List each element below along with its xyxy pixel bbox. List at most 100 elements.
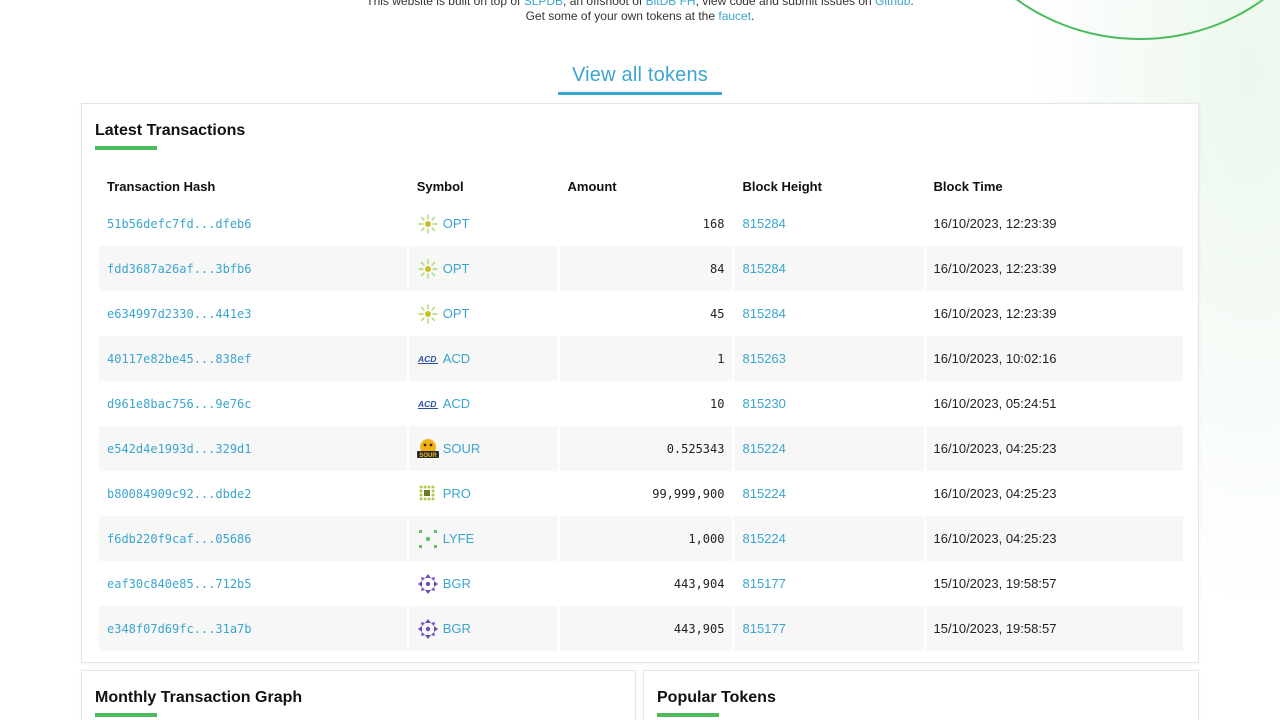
token-symbol-link[interactable]: BGR [417, 618, 550, 640]
amount-cell: 84 [559, 246, 733, 291]
block-height-link[interactable]: 815284 [742, 261, 785, 276]
block-cell: 815284 [734, 246, 924, 291]
block-height-link[interactable]: 815230 [742, 396, 785, 411]
hash-cell: eaf30c840e85...712b5 [99, 561, 407, 606]
lyfe-icon [417, 528, 439, 550]
block-time-cell: 16/10/2023, 05:24:51 [933, 396, 1057, 411]
amount-cell: 0.525343 [559, 426, 733, 471]
header-block-height: Block Height [742, 178, 822, 194]
token-symbol-link[interactable]: OPT [417, 258, 550, 280]
token-symbol-label: PRO [442, 486, 471, 501]
token-symbol-link[interactable]: OPT [417, 213, 550, 235]
github-link[interactable]: Github [875, 0, 910, 8]
block-height-link[interactable]: 815224 [742, 441, 785, 456]
transaction-hash-link[interactable]: b80084909c92...dbde2 [107, 487, 252, 501]
symbol-cell: BGR [409, 561, 558, 606]
latest-transactions-card: Latest Transactions Transaction Hash Sym… [81, 103, 1199, 663]
table-row: eaf30c840e85...712b5 BGR 443,904 815177 15/1… [99, 561, 1183, 606]
header-transaction-hash: Transaction Hash [107, 178, 216, 194]
block-time-cell: 16/10/2023, 04:25:23 [925, 426, 1183, 471]
opt-icon [417, 258, 439, 280]
block-height-link[interactable]: 815224 [742, 531, 785, 546]
token-symbol-link[interactable]: ACD ACD [417, 393, 550, 415]
hash-cell: e542d4e1993d...329d1 [99, 426, 407, 471]
amount-cell: 1 [559, 336, 733, 381]
block-cell: 815224 [734, 426, 924, 471]
block-height-link[interactable]: 815224 [742, 486, 785, 501]
block-cell: 815224 [734, 471, 923, 516]
amount-cell: 1,000 [559, 516, 733, 561]
transaction-hash-link[interactable]: 51b56defc7fd...dfeb6 [107, 217, 252, 231]
table-row: e348f07d69fc...31a7b BGR 443,905 815177 15/1… [99, 606, 1183, 651]
transaction-hash-link[interactable]: e634997d2330...441e3 [107, 307, 252, 321]
token-symbol-label: ACD [442, 396, 471, 411]
symbol-cell: PRO [409, 471, 558, 516]
block-cell: 815177 [734, 606, 924, 651]
transaction-hash-link[interactable]: eaf30c840e85...712b5 [107, 577, 252, 591]
table-row: b80084909c92...dbde2 PRO 99,999,900 815224 1… [99, 471, 1183, 516]
bgr-icon [417, 573, 439, 595]
block-height-link[interactable]: 815284 [742, 306, 785, 321]
token-symbol-link[interactable]: OPT [417, 303, 550, 325]
popular-tokens-title: Popular Tokens [657, 689, 776, 706]
bgr-icon [417, 618, 439, 640]
token-symbol-label: LYFE [442, 531, 475, 546]
block-time-cell: 16/10/2023, 10:02:16 [925, 336, 1183, 381]
sour-icon: SOUR [416, 438, 439, 460]
amount-cell: 168 [702, 216, 725, 231]
block-cell: 815230 [734, 381, 923, 426]
token-symbol-link[interactable]: PRO [417, 483, 550, 505]
hash-cell: f6db220f9caf...05686 [99, 516, 407, 561]
symbol-cell: BGR [408, 606, 558, 651]
opt-icon [417, 303, 439, 325]
latest-transactions-title: Latest Transactions [95, 122, 246, 139]
transaction-hash-link[interactable]: d961e8bac756...9e76c [107, 397, 252, 411]
amount-cell: 99,999,900 [652, 486, 725, 501]
token-symbol-link[interactable]: LYFE [417, 528, 550, 550]
transactions-table: Transaction Hash Symbol Amount Block Hei… [97, 171, 1185, 651]
hash-cell: e634997d2330...441e3 [99, 291, 407, 336]
transaction-hash-link[interactable]: e348f07d69fc...31a7b [107, 622, 252, 636]
faucet-link[interactable]: faucet [718, 9, 751, 23]
transaction-hash-link[interactable]: fdd3687a26af...3bfb6 [107, 262, 252, 276]
token-symbol-label: OPT [442, 261, 470, 276]
block-height-link[interactable]: 815177 [742, 621, 785, 636]
block-height-link[interactable]: 815263 [742, 351, 785, 366]
block-height-link[interactable]: 815177 [742, 576, 785, 591]
transaction-hash-link[interactable]: e542d4e1993d...329d1 [107, 442, 252, 456]
table-header-row: Transaction Hash Symbol Amount Block Hei… [99, 171, 1183, 201]
table-row: e542d4e1993d...329d1 SOUR SOUR 0.525343 8152… [99, 426, 1183, 471]
token-symbol-link[interactable]: BGR [417, 573, 550, 595]
pro-icon [417, 483, 439, 505]
token-symbol-label: OPT [442, 306, 470, 321]
transactions-body: 51b56defc7fd...dfeb6 OPT 168 815284 16/10/20… [99, 201, 1183, 651]
monthly-graph-card: Monthly Transaction Graph [81, 670, 636, 720]
title-underline [95, 146, 157, 150]
hash-cell: d961e8bac756...9e76c [99, 381, 407, 426]
token-symbol-link[interactable]: ACD ACD [417, 348, 550, 370]
amount-cell: 10 [710, 396, 725, 411]
block-time-cell: 16/10/2023, 12:23:39 [933, 306, 1057, 321]
transaction-hash-link[interactable]: f6db220f9caf...05686 [107, 532, 252, 546]
bitdb-link[interactable]: BitDB FH [646, 0, 696, 8]
slpdb-link[interactable]: SLPDB [524, 0, 563, 8]
block-time-cell: 15/10/2023, 19:58:57 [925, 606, 1183, 651]
block-time-cell: 15/10/2023, 19:58:57 [933, 576, 1057, 591]
block-time-cell: 16/10/2023, 12:23:39 [933, 216, 1057, 231]
token-symbol-label: ACD [442, 351, 471, 366]
symbol-cell: ACD ACD [409, 381, 558, 426]
acd-icon: ACD [417, 348, 439, 370]
token-symbol-label: OPT [442, 216, 470, 231]
svg-text:ACD: ACD [417, 399, 436, 409]
symbol-cell: OPT [409, 291, 558, 336]
block-height-link[interactable]: 815284 [742, 216, 785, 231]
block-time-cell: 16/10/2023, 12:23:39 [925, 246, 1183, 291]
token-symbol-link[interactable]: SOUR SOUR [416, 438, 550, 460]
svg-text:SOUR: SOUR [419, 453, 437, 459]
table-row: fdd3687a26af...3bfb6 OPT 84 815284 16/10/202… [99, 246, 1183, 291]
symbol-cell: LYFE [408, 516, 558, 561]
transaction-hash-link[interactable]: 40117e82be45...838ef [107, 352, 252, 366]
svg-text:ACD: ACD [417, 354, 436, 364]
header-symbol: Symbol [416, 178, 464, 194]
view-all-tokens-link[interactable]: View all tokens [557, 64, 723, 95]
